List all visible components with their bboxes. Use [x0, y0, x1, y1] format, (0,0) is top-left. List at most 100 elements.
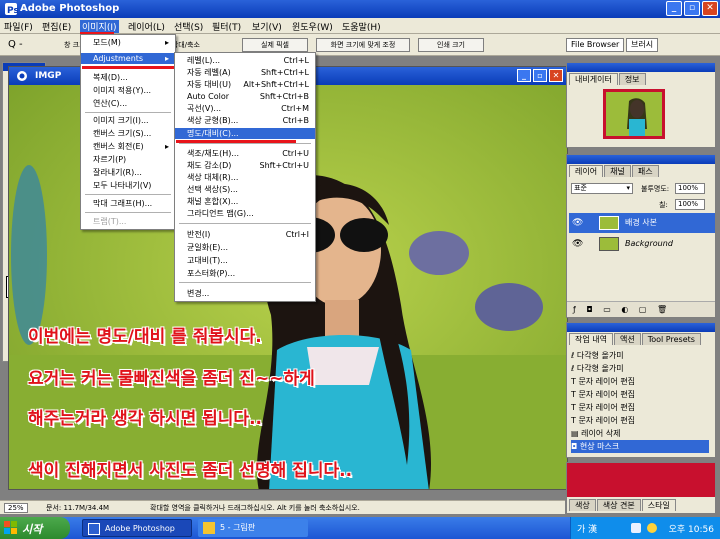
tab-swatches[interactable]: 색상 견본 [596, 499, 641, 511]
tab-navigator[interactable]: 내비게이터 [569, 73, 618, 85]
annotation-underline-brightness-contrast [176, 140, 296, 143]
type-icon: T [571, 416, 576, 425]
menu-channel-mixer[interactable]: 채널 혼합(X)... [175, 196, 315, 207]
menu-filter[interactable]: 필터(T) [212, 20, 241, 33]
tab-info[interactable]: 정보 [618, 73, 646, 85]
menu-window[interactable]: 윈도우(W) [292, 20, 333, 33]
tab-actions[interactable]: 액션 [613, 333, 641, 345]
layer-row[interactable]: 👁 배경 사본 [569, 213, 715, 233]
annotation-underline-adjustments [82, 66, 174, 69]
zoom-level[interactable]: 25% [4, 503, 28, 513]
maximize-button[interactable]: ▫ [684, 1, 700, 16]
start-button[interactable]: 시작 [0, 517, 70, 539]
tutorial-caption-1: 이번에는 명도/대비 를 줘봅시다. [28, 327, 262, 347]
menu-reveal-all[interactable]: 모두 나타내기(V) [81, 180, 175, 191]
menu-curves[interactable]: 곡선(V)... Ctrl+M [175, 103, 315, 114]
menu-help[interactable]: 도움말(H) [342, 20, 381, 33]
menu-apply-image[interactable]: 이미지 적용(Y)... [81, 85, 175, 96]
minimize-button[interactable]: _ [666, 1, 682, 16]
mask-icon: ◘ [571, 442, 578, 451]
fit-on-screen-button[interactable]: 화면 크기에 맞게 조정 [316, 38, 410, 52]
history-item[interactable]: T 문자 레이어 편집 [571, 375, 709, 388]
history-item[interactable]: T 문자 레이어 편집 [571, 401, 709, 414]
history-item[interactable]: ▤ 레이어 삭제 [571, 427, 709, 440]
new-layer-icon[interactable]: ▢ [639, 305, 647, 314]
fill-field[interactable]: 100% [675, 199, 705, 210]
menu-gradient-map[interactable]: 그라디언트 맵(G)... [175, 208, 315, 219]
app-titlebar: Ps Adobe Photoshop _ ▫ ✕ [0, 0, 720, 18]
actual-pixels-button[interactable]: 실제 픽셀 [242, 38, 308, 52]
tab-history[interactable]: 작업 내역 [569, 333, 613, 345]
menu-auto-levels[interactable]: 자동 레벨(A) Shft+Ctrl+L [175, 67, 315, 78]
clock: 오후 10:56 [668, 525, 714, 535]
volume-icon[interactable] [647, 523, 657, 533]
close-button[interactable]: ✕ [702, 1, 718, 16]
menu-trim[interactable]: 잘라내기(R)... [81, 167, 175, 178]
layer-set-icon[interactable]: ▭ [603, 305, 611, 314]
layer-row[interactable]: 👁 Background [569, 234, 715, 254]
brushes-tab[interactable]: 브러시 [626, 38, 659, 52]
history-item[interactable]: ℓ 다각형 올가미 [571, 349, 709, 362]
menu-desaturate[interactable]: 채도 감소(D) Shft+Ctrl+U [175, 160, 315, 171]
menu-select[interactable]: 선택(S) [174, 20, 203, 33]
status-bar: 25% 문서: 11.7M/34.4M 확대할 영역을 클릭하거나 드래그하십시… [0, 500, 565, 514]
ime-indicator[interactable]: 가 漢 [577, 522, 597, 535]
taskbar-photoshop[interactable]: Adobe Photoshop [82, 519, 192, 537]
history-item[interactable]: ℓ 다각형 올가미 [571, 362, 709, 375]
menu-auto-contrast[interactable]: 자동 대비(U) Alt+Shft+Ctrl+L [175, 79, 315, 90]
history-item-current[interactable]: ◘ 현상 마스크 [571, 440, 709, 453]
chevron-down-icon: ▾ [626, 184, 630, 192]
menu-layer[interactable]: 레이어(L) [128, 20, 165, 33]
menu-invert[interactable]: 반전(I) Ctrl+I [175, 229, 315, 240]
layer-name: Background [625, 239, 673, 248]
tab-channels[interactable]: 채널 [604, 165, 631, 177]
doc-close-button[interactable]: ✕ [549, 69, 563, 82]
menu-duplicate[interactable]: 복제(D)... [81, 72, 175, 83]
trash-icon[interactable]: 🗑 [657, 305, 667, 314]
doc-minimize-button[interactable]: _ [517, 69, 531, 82]
menu-posterize[interactable]: 포스터화(P)... [175, 268, 315, 279]
adjustment-layer-icon[interactable]: ◐ [621, 305, 628, 314]
tab-paths[interactable]: 패스 [631, 165, 659, 177]
layer-mask-icon[interactable]: ◘ [586, 305, 592, 314]
menu-image-size[interactable]: 이미지 크기(I)... [81, 115, 175, 126]
menu-crop[interactable]: 자르기(P) [81, 154, 175, 165]
svg-text:Ps: Ps [7, 6, 18, 16]
layer-style-icon[interactable]: ƒ [573, 305, 576, 314]
network-icon[interactable] [631, 523, 641, 533]
panel-titlebar [567, 155, 715, 164]
tab-styles[interactable]: 스타일 [641, 499, 676, 511]
print-size-button[interactable]: 인쇄 크기 [418, 38, 484, 52]
menu-color-balance[interactable]: 색상 균형(B)... Ctrl+B [175, 115, 315, 126]
history-item[interactable]: T 문자 레이어 편집 [571, 388, 709, 401]
tab-layers[interactable]: 레이어 [569, 165, 604, 177]
menu-threshold[interactable]: 고대비(T)... [175, 255, 315, 266]
taskbar-paint[interactable]: 5 - 그림판 [198, 519, 308, 537]
opacity-field[interactable]: 100% [675, 183, 705, 194]
menu-auto-color[interactable]: Auto Color Shft+Ctrl+B [175, 91, 315, 102]
menu-edit[interactable]: 편집(E) [42, 20, 71, 33]
menu-calculations[interactable]: 연산(C)... [81, 98, 175, 109]
menu-variations[interactable]: 변경... [175, 288, 315, 299]
tab-color[interactable]: 색상 [569, 499, 596, 511]
blend-mode-select[interactable]: 표준 ▾ [571, 183, 633, 194]
doc-maximize-button[interactable]: ▫ [533, 69, 547, 82]
menu-hue-saturation[interactable]: 색조/채도(H)... Ctrl+U [175, 148, 315, 159]
doc-size: 문서: 11.7M/34.4M [46, 504, 110, 512]
menu-separator [179, 143, 311, 144]
menu-histogram[interactable]: 막대 그래프(H)... [81, 198, 175, 209]
menu-replace-color[interactable]: 색상 대체(R)... [175, 172, 315, 183]
file-browser-tab[interactable]: File Browser [566, 38, 625, 52]
history-item[interactable]: T 문자 레이어 편집 [571, 414, 709, 427]
menu-view[interactable]: 보기(V) [252, 20, 282, 33]
tab-tool-presets[interactable]: Tool Presets [641, 333, 701, 345]
menu-adjustments[interactable]: Adjustments ▸ [81, 53, 175, 64]
menu-equalize[interactable]: 균일화(E)... [175, 242, 315, 253]
menu-mode[interactable]: 모드(M) ▸ [81, 37, 175, 48]
menu-rotate-canvas[interactable]: 캔버스 회전(E) ▸ [81, 141, 175, 152]
menu-file[interactable]: 파일(F) [4, 20, 33, 33]
menu-canvas-size[interactable]: 캔버스 크기(S)... [81, 128, 175, 139]
menu-selective-color[interactable]: 선택 색상(S)... [175, 184, 315, 195]
menu-brightness-contrast[interactable]: 명도/대비(C)... [175, 128, 315, 139]
menu-levels[interactable]: 레벨(L)... Ctrl+L [175, 55, 315, 66]
